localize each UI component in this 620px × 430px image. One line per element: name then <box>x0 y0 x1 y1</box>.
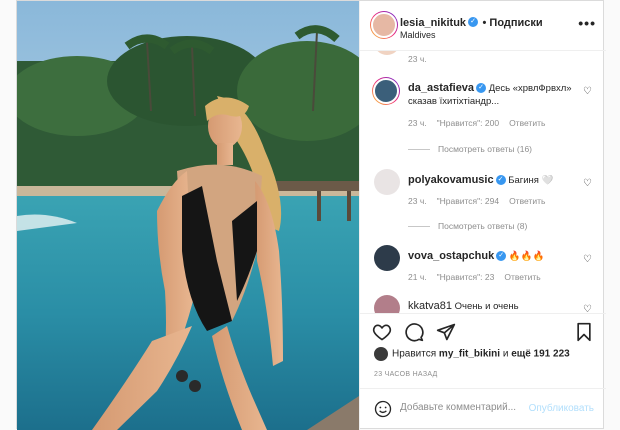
comment-likes[interactable]: "Нравится": 294 <box>437 196 499 206</box>
verified-badge-icon: ✓ <box>496 251 507 262</box>
likes-summary: Нравится my_fit_bikini и ещё 191 223 <box>374 347 570 361</box>
comment-like-icon[interactable]: ♡ <box>583 178 592 189</box>
comment-meta: 23 ч. "Нравится": 294 Ответить <box>408 196 555 206</box>
liker-avatar[interactable] <box>374 347 388 361</box>
comment-likes[interactable]: "Нравится": 200 <box>437 118 499 128</box>
comment-text: Очень и очень <box>454 301 519 312</box>
comment-reply-button[interactable]: Ответить <box>509 196 545 206</box>
comment-username[interactable]: da_astafieva <box>408 82 474 94</box>
comment-avatar[interactable] <box>374 245 400 271</box>
author-avatar[interactable] <box>371 12 397 38</box>
post-header: lesia_nikituk ✓ • Подписки Maldives ••• <box>360 1 606 51</box>
likes-prefix: Нравится <box>392 348 437 360</box>
author-line: lesia_nikituk ✓ • Подписки <box>400 13 543 31</box>
comment-avatar[interactable] <box>374 169 400 195</box>
post-side-panel: lesia_nikituk ✓ • Подписки Maldives ••• 2… <box>359 1 606 430</box>
comment-avatar[interactable] <box>373 78 399 104</box>
comment-icon[interactable] <box>404 322 424 347</box>
verified-badge-icon: ✓ <box>495 175 506 186</box>
add-comment-bar: Опубликовать <box>360 388 606 430</box>
view-replies-button[interactable]: Посмотреть ответы (16) <box>408 144 532 154</box>
comment-username[interactable]: polyakovamusic <box>408 174 494 186</box>
post-location[interactable]: Maldives <box>400 30 436 40</box>
comment-body: polyakovamusic ✓ Багиня 🤍 <box>408 174 578 187</box>
comment-meta: 21 ч. "Нравится": 23 Ответить <box>408 272 551 282</box>
share-icon[interactable] <box>436 322 456 347</box>
comment-avatar[interactable] <box>374 51 400 55</box>
add-comment-input[interactable] <box>400 402 532 413</box>
post-image <box>17 1 359 430</box>
comment-item: da_astafieva ✓ Десь «хрвлФрвхл» сказав їх… <box>360 77 606 163</box>
comments-list[interactable]: 23 ч. da_astafieva ✓ Десь «хрвлФрвхл» ска… <box>360 51 606 313</box>
comment-like-icon[interactable]: ♡ <box>583 86 592 97</box>
likes-count[interactable]: ещё 191 223 <box>511 349 570 360</box>
comment-username[interactable]: vova_ostapchuk <box>408 250 494 262</box>
comment-text: Багиня 🤍 <box>508 175 554 186</box>
publish-button[interactable]: Опубликовать <box>529 403 594 414</box>
post-photo[interactable] <box>17 1 359 430</box>
comment-item: polyakovamusic ✓ Багиня 🤍 ♡ 23 ч. "Нравитс… <box>360 169 606 239</box>
likes-middle: и <box>502 348 509 360</box>
liker-username[interactable]: my_fit_bikini <box>439 349 500 360</box>
comment-avatar[interactable] <box>374 295 400 313</box>
comment-reply-button[interactable]: Ответить <box>504 272 540 282</box>
author-avatar-ring[interactable] <box>370 11 398 39</box>
comment-username[interactable]: kkatva81 <box>408 300 452 312</box>
comment-body: kkatva81 Очень и очень <box>408 300 578 313</box>
comment-meta: 23 ч. "Нравится": 200 Ответить <box>408 118 555 128</box>
follow-status-button[interactable]: • Подписки <box>483 17 543 29</box>
comment-item: kkatva81 Очень и очень ♡ <box>360 295 606 313</box>
comment-like-icon[interactable]: ♡ <box>583 304 592 313</box>
comment-likes[interactable]: "Нравится": 23 <box>437 272 495 282</box>
verified-badge-icon: ✓ <box>476 83 487 94</box>
author-username[interactable]: lesia_nikituk <box>400 17 466 29</box>
comment-body: da_astafieva ✓ Десь «хрвлФрвхл» сказав їх… <box>408 82 578 108</box>
comment-text: 🔥🔥🔥 <box>508 251 545 262</box>
comment-time: 23 ч. <box>408 196 427 206</box>
comment-avatar-ring[interactable] <box>372 77 400 105</box>
verified-badge-icon: ✓ <box>468 16 479 27</box>
heart-icon[interactable] <box>372 322 392 347</box>
post-timestamp[interactable]: 23 ЧАСОВ НАЗАД <box>374 371 438 378</box>
comment-time: 23 ч. <box>408 118 427 128</box>
comment-time: 21 ч. <box>408 272 427 282</box>
post-dialog: lesia_nikituk ✓ • Подписки Maldives ••• 2… <box>16 0 606 430</box>
comment-item: vova_ostapchuk ✓ 🔥🔥🔥 ♡ 21 ч. "Нравится": 2… <box>360 245 606 285</box>
comment-meta: 23 ч. <box>408 54 437 64</box>
comment-reply-button[interactable]: Ответить <box>509 118 545 128</box>
comment-time: 23 ч. <box>408 54 427 64</box>
comment-item: 23 ч. <box>360 51 606 71</box>
more-options-icon[interactable]: ••• <box>578 15 596 31</box>
comment-like-icon[interactable]: ♡ <box>583 254 592 265</box>
comment-body: vova_ostapchuk ✓ 🔥🔥🔥 <box>408 250 578 263</box>
bookmark-icon[interactable] <box>574 322 594 347</box>
emoji-icon[interactable] <box>374 400 392 423</box>
view-replies-button[interactable]: Посмотреть ответы (8) <box>408 221 527 231</box>
